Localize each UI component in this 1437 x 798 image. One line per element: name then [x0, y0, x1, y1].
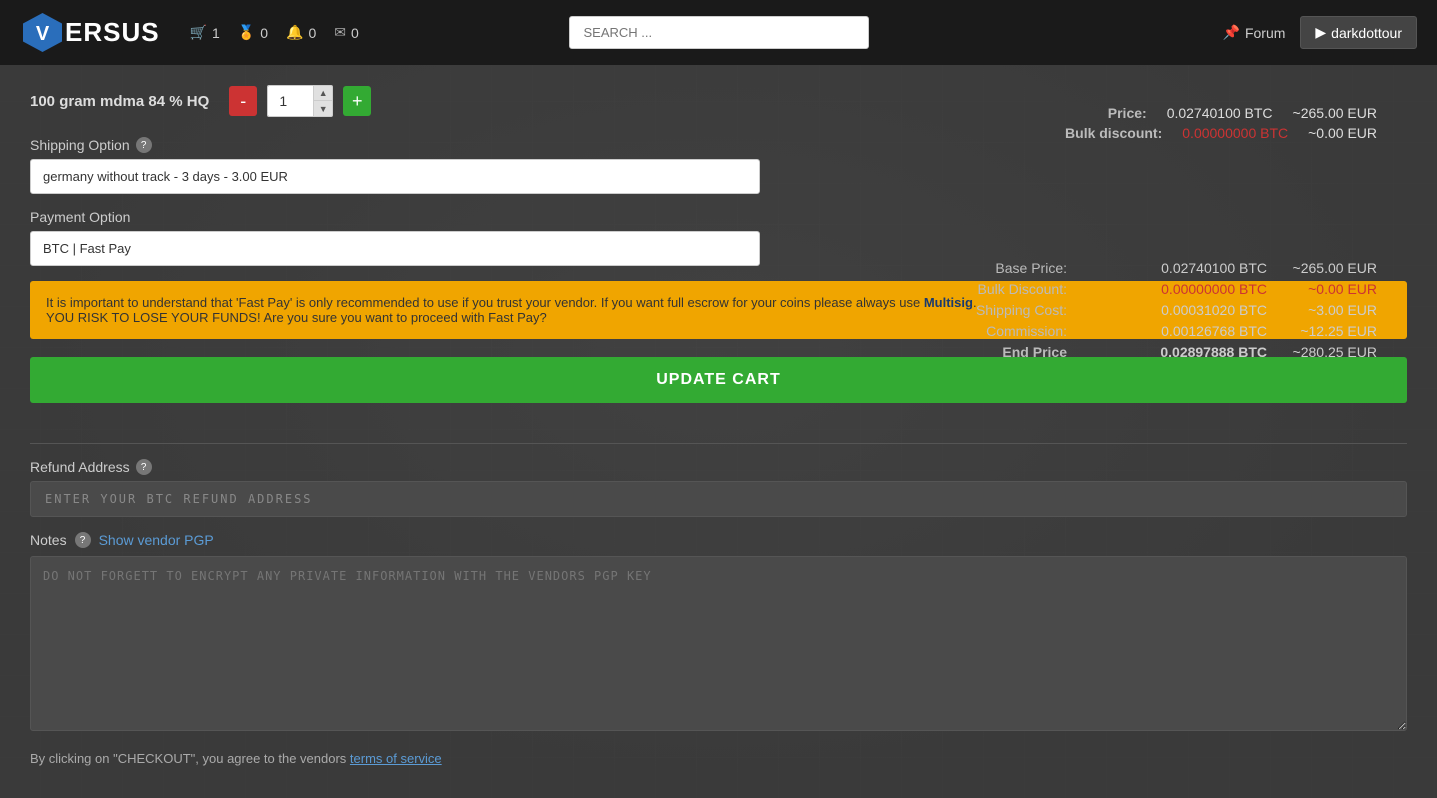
- detail-bulk-discount-row: Bulk Discount: 0.00000000 BTC ~0.00 EUR: [976, 281, 1377, 297]
- notes-section: Notes ? Show vendor PGP: [30, 532, 1407, 736]
- mail-nav-item[interactable]: ✉ 0: [334, 24, 359, 41]
- cart-count: 1: [212, 25, 220, 41]
- commission-label: Commission:: [986, 323, 1067, 339]
- bulk-discount-label: Bulk discount:: [1065, 125, 1162, 141]
- price-row: Price: 0.02740100 BTC ~265.00 EUR: [1065, 105, 1377, 121]
- main-content: 100 gram mdma 84 % HQ - 1 ▲ ▼ + Price: 0…: [0, 65, 1437, 798]
- decrement-button[interactable]: -: [229, 86, 257, 116]
- notes-label-text: Notes: [30, 532, 67, 548]
- notes-help-icon[interactable]: ?: [75, 532, 91, 548]
- footer-note: By clicking on "CHECKOUT", you agree to …: [30, 751, 1407, 766]
- cart-icon: 🛒: [190, 24, 207, 41]
- price-details: Base Price: 0.02740100 BTC ~265.00 EUR B…: [976, 260, 1377, 365]
- svg-text:V: V: [36, 23, 50, 45]
- terms-of-service-link[interactable]: terms of service: [350, 751, 442, 766]
- multisig-link[interactable]: Multisig: [924, 295, 973, 310]
- price-btc: 0.02740100 BTC: [1167, 105, 1273, 121]
- cart-nav-item[interactable]: 🛒 1: [190, 24, 220, 41]
- mail-icon: ✉: [334, 24, 346, 41]
- bulk-discount-btc: 0.00000000 BTC: [1182, 125, 1288, 141]
- search-input[interactable]: [569, 16, 869, 49]
- commission-eur: ~12.25 EUR: [1287, 323, 1377, 339]
- coins-nav-item[interactable]: 🏅 0: [238, 24, 268, 41]
- forum-link[interactable]: 📌 Forum: [1223, 24, 1286, 41]
- search-container: [569, 16, 869, 49]
- refund-address-input[interactable]: [30, 481, 1407, 517]
- bell-nav-item[interactable]: 🔔 0: [286, 24, 316, 41]
- base-price-label: Base Price:: [995, 260, 1067, 276]
- logo[interactable]: V ERSUS: [20, 10, 160, 55]
- commission-row: Commission: 0.00126768 BTC ~12.25 EUR: [976, 323, 1377, 339]
- shipping-cost-eur: ~3.00 EUR: [1287, 302, 1377, 318]
- shipping-label: Shipping Option ?: [30, 137, 760, 153]
- logo-icon: V: [20, 10, 65, 55]
- refund-section: Refund Address ?: [30, 459, 1407, 517]
- price-label: Price:: [1108, 105, 1147, 121]
- chevron-icon: ▶: [1315, 24, 1326, 41]
- footer-text: By clicking on "CHECKOUT", you agree to …: [30, 751, 350, 766]
- base-price-eur: ~265.00 EUR: [1287, 260, 1377, 276]
- refund-label: Refund Address ?: [30, 459, 1407, 475]
- shipping-cost-btc: 0.00031020 BTC: [1087, 302, 1267, 318]
- increment-button[interactable]: +: [343, 86, 371, 116]
- coins-icon: 🏅: [238, 24, 255, 41]
- price-summary: Price: 0.02740100 BTC ~265.00 EUR Bulk d…: [1065, 105, 1377, 145]
- spin-buttons: ▲ ▼: [313, 86, 332, 116]
- bulk-discount-eur: ~0.00 EUR: [1308, 125, 1377, 141]
- notes-textarea[interactable]: [30, 556, 1407, 731]
- refund-help-icon[interactable]: ?: [136, 459, 152, 475]
- user-menu-button[interactable]: ▶ darkdottour: [1300, 16, 1417, 49]
- notes-label-row: Notes ? Show vendor PGP: [30, 532, 1407, 548]
- content-area: 100 gram mdma 84 % HQ - 1 ▲ ▼ + Price: 0…: [30, 85, 1407, 766]
- shipping-section: Shipping Option ? germany without track …: [30, 137, 760, 194]
- quantity-spinbox: 1 ▲ ▼: [267, 85, 333, 117]
- base-price-btc: 0.02740100 BTC: [1087, 260, 1267, 276]
- spin-up-button[interactable]: ▲: [314, 86, 332, 101]
- cart-item-title: 100 gram mdma 84 % HQ: [30, 93, 209, 110]
- price-eur: ~265.00 EUR: [1293, 105, 1377, 121]
- bell-icon: 🔔: [286, 24, 303, 41]
- end-price-row: End Price 0.02897888 BTC ~280.25 EUR: [976, 344, 1377, 360]
- logo-text: ERSUS: [65, 17, 160, 48]
- refund-label-text: Refund Address: [30, 459, 130, 475]
- shipping-help-icon[interactable]: ?: [136, 137, 152, 153]
- show-pgp-link[interactable]: Show vendor PGP: [99, 532, 214, 548]
- shipping-select[interactable]: germany without track - 3 days - 3.00 EU…: [30, 159, 760, 194]
- forum-label: Forum: [1245, 25, 1285, 41]
- bulk-discount-row: Bulk discount: 0.00000000 BTC ~0.00 EUR: [1065, 125, 1377, 141]
- header: V ERSUS 🛒 1 🏅 0 🔔 0 ✉ 0 📌 Forum ▶: [0, 0, 1437, 65]
- username-label: darkdottour: [1331, 25, 1402, 41]
- warning-text-1: It is important to understand that 'Fast…: [46, 295, 924, 310]
- base-price-row: Base Price: 0.02740100 BTC ~265.00 EUR: [976, 260, 1377, 276]
- forum-pin-icon: 📌: [1223, 24, 1240, 41]
- mail-count: 0: [351, 25, 359, 41]
- shipping-cost-label: Shipping Cost:: [976, 302, 1067, 318]
- shipping-cost-row: Shipping Cost: 0.00031020 BTC ~3.00 EUR: [976, 302, 1377, 318]
- end-price-eur: ~280.25 EUR: [1287, 344, 1377, 360]
- detail-bulk-eur: ~0.00 EUR: [1287, 281, 1377, 297]
- header-right: 📌 Forum ▶ darkdottour: [1223, 16, 1418, 49]
- coins-count: 0: [260, 25, 268, 41]
- commission-btc: 0.00126768 BTC: [1087, 323, 1267, 339]
- nav-icons: 🛒 1 🏅 0 🔔 0 ✉ 0: [190, 24, 359, 41]
- payment-section: Payment Option BTC | Fast Pay: [30, 209, 760, 266]
- notif-count: 0: [308, 25, 316, 41]
- payment-label: Payment Option: [30, 209, 760, 225]
- shipping-label-text: Shipping Option: [30, 137, 130, 153]
- spin-down-button[interactable]: ▼: [314, 101, 332, 116]
- quantity-input[interactable]: 1: [268, 86, 313, 116]
- detail-bulk-btc: 0.00000000 BTC: [1087, 281, 1267, 297]
- end-price-btc: 0.02897888 BTC: [1087, 344, 1267, 360]
- payment-select[interactable]: BTC | Fast Pay: [30, 231, 760, 266]
- payment-label-text: Payment Option: [30, 209, 130, 225]
- end-price-label: End Price: [1002, 344, 1067, 360]
- warning-text-3: YOU RISK TO LOSE YOUR FUNDS! Are you sur…: [46, 310, 547, 325]
- divider: [30, 443, 1407, 444]
- detail-bulk-label: Bulk Discount:: [978, 281, 1067, 297]
